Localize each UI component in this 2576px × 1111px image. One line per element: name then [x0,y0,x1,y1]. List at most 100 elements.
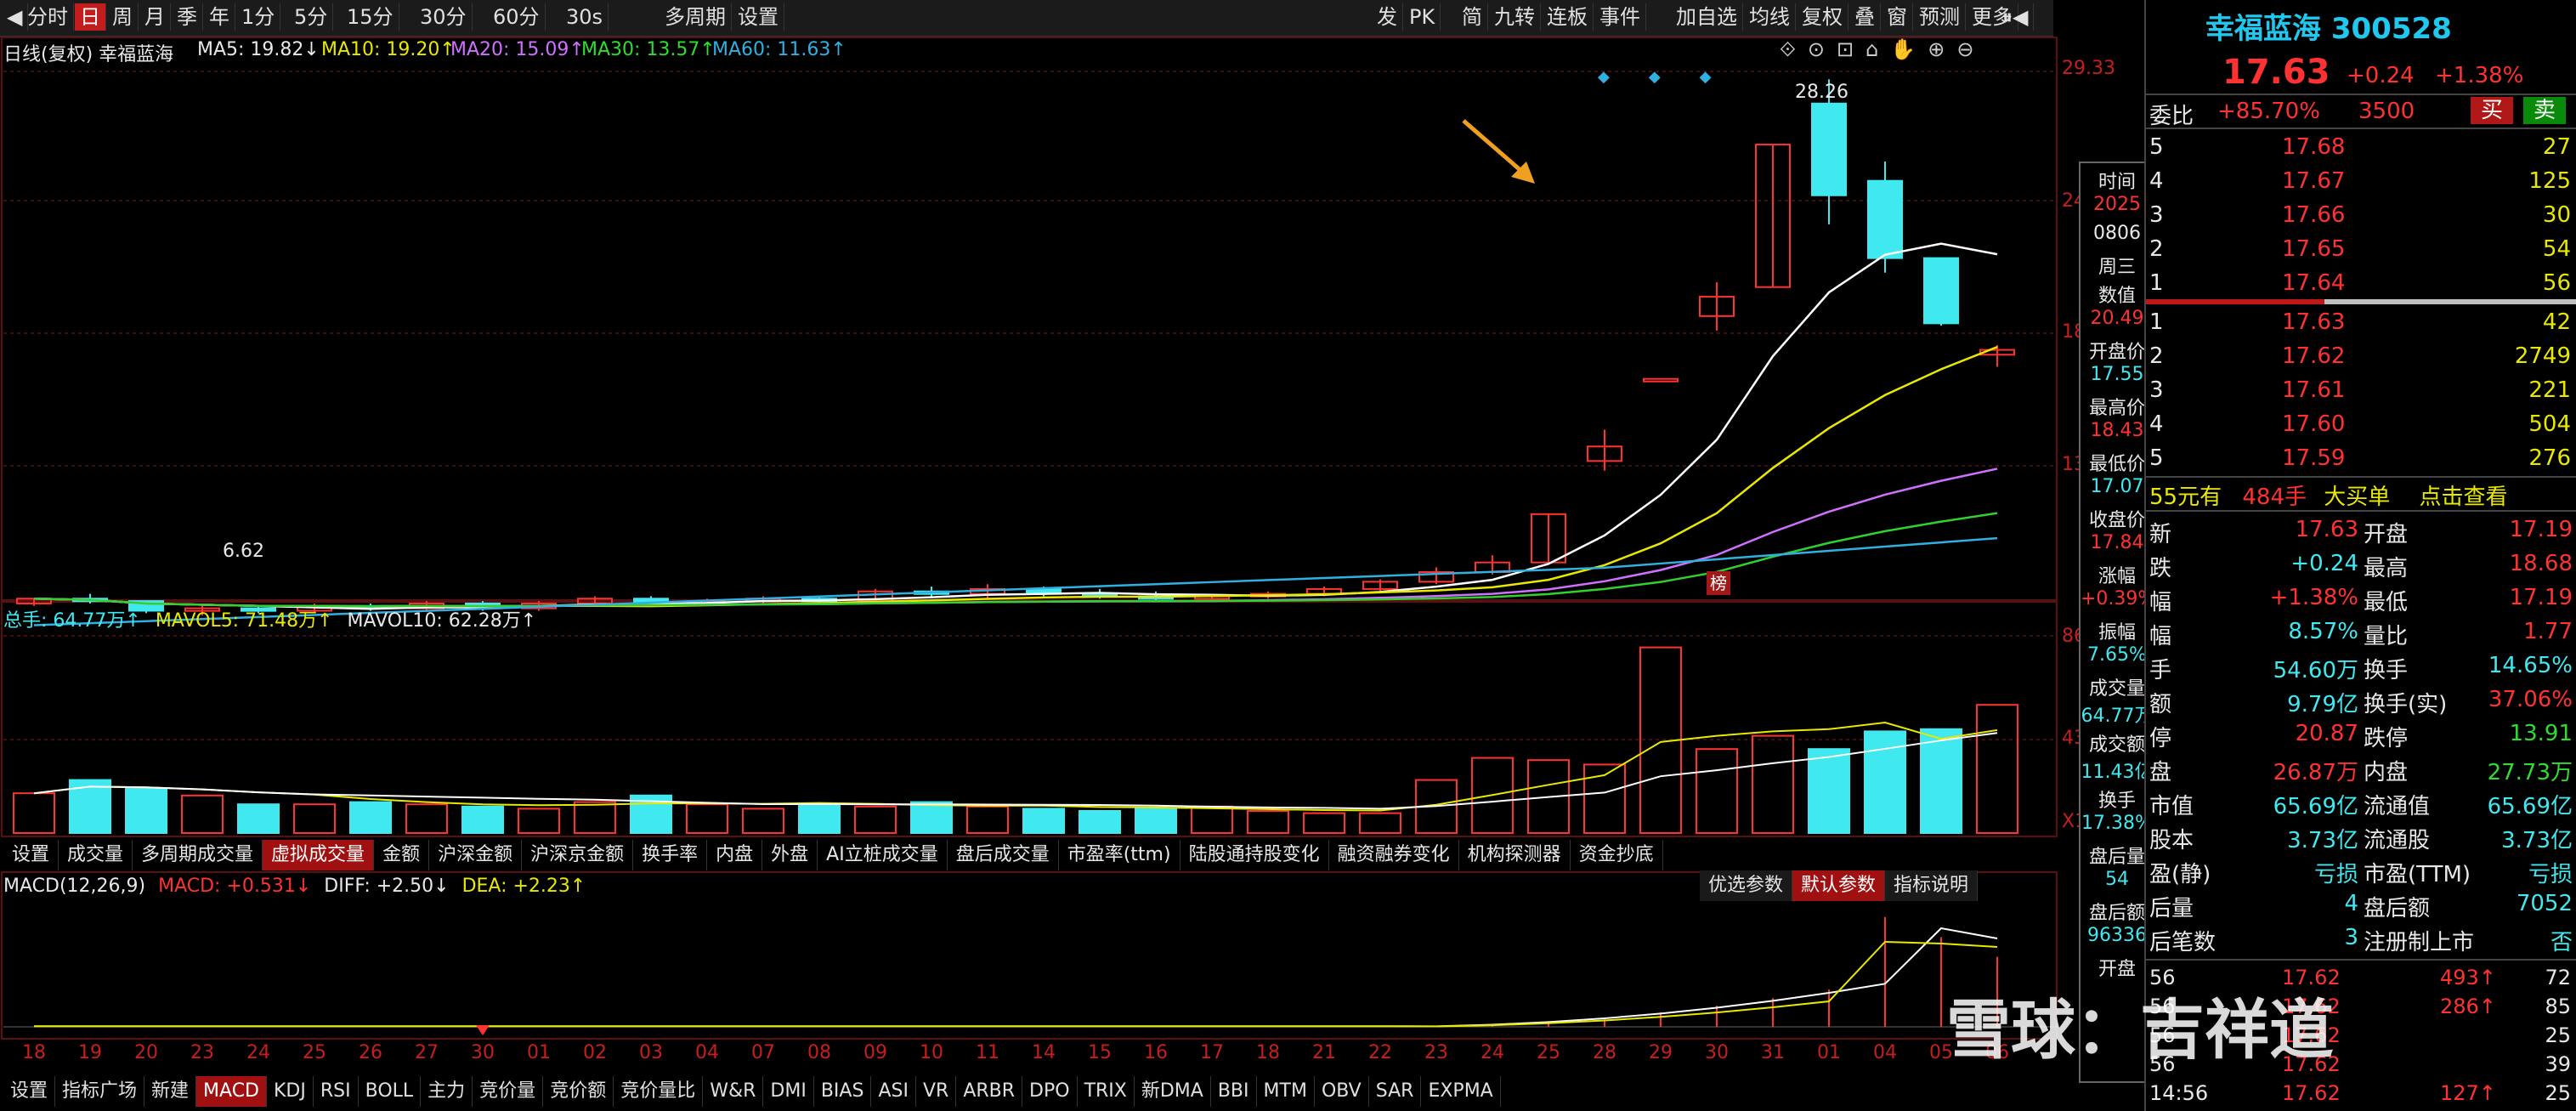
date-tick: 22 [1368,1042,1392,1063]
bottom-indicator-tab[interactable]: MTM [1257,1076,1315,1107]
indicator-tab[interactable]: 成交量 [59,840,133,870]
macd-param-button[interactable]: 默认参数 [1792,870,1886,901]
bottom-indicator-tab[interactable]: 主力 [421,1076,473,1107]
quote-stock-code: 300528 [2330,12,2452,46]
ranking-badge[interactable]: 榜 [1707,571,1730,595]
asks-row[interactable]: 1 17.64 56 [2146,267,2576,301]
bottom-indicator-tab[interactable]: RSI [314,1076,359,1107]
indicator-tab[interactable]: 多周期成交量 [133,840,263,870]
bids-row[interactable]: 3 17.61 221 [2146,374,2576,408]
stat-key: 内盘 [2364,760,2409,785]
asks-row[interactable]: 3 17.66 30 [2146,199,2576,233]
bottom-indicator-tab[interactable]: 设置 [3,1076,56,1107]
bottom-indicator-tab[interactable]: KDJ [267,1076,314,1107]
bids-volume: 504 [2528,411,2571,437]
event-markers[interactable]: ◆◆◆ [1598,68,1751,86]
bottom-indicator-tab[interactable]: DMI [763,1076,814,1107]
date-tick: 04 [695,1042,719,1063]
bottom-indicator-tab[interactable]: BIAS [814,1076,872,1107]
bottom-indicator-tab[interactable]: 指标广场 [55,1076,145,1107]
indicator-tab[interactable]: 陆股通持股变化 [1180,840,1329,870]
stat-key: 后量 [2149,896,2194,921]
volume-bar [686,803,728,835]
asks-row[interactable]: 4 17.67 125 [2146,165,2576,199]
price-panel-border [1,37,2058,601]
asks-row[interactable]: 2 17.65 54 [2146,233,2576,267]
indicator-tab[interactable]: 机构探测器 [1459,840,1571,870]
stat-value: 7052 [2516,891,2573,916]
macd-param-buttons[interactable]: 优选参数 默认参数 指标说明 [1700,870,1979,901]
crosshair-value: 7.65% [2087,644,2147,666]
stat-key: 换手(实) [2364,692,2448,717]
volume-bar [349,801,392,834]
indicator-tab[interactable]: 虚拟成交量 [263,840,375,870]
bottom-indicator-tab[interactable]: EXPMA [1421,1076,1501,1107]
weibi-label: 委比 [2149,104,2194,129]
indicator-tabs[interactable]: 设置 成交量 多周期成交量 虚拟成交量 金额 沪深金额 沪深京金额 换手率 内盘 外盘 AI立桩成交… [3,840,1663,870]
indicator-tab[interactable]: 市盈率(ttm) [1059,840,1180,870]
bids-volume: 42 [2542,309,2571,335]
indicator-tab[interactable]: 设置 [3,840,59,870]
bottom-indicator-tab[interactable]: W&R [703,1076,764,1107]
bigorder-link[interactable]: 点击查看 [2420,485,2508,510]
mavol10-label: MAVOL10: 62.28万↑ [347,610,537,632]
bids-row[interactable]: 5 17.59 276 [2146,442,2576,476]
indicator-tab[interactable]: 沪深金额 [429,840,523,870]
crosshair-label: 盘后量 [2088,847,2145,868]
sell-button[interactable]: 卖 [2523,97,2566,124]
bottom-indicator-tab[interactable]: VR [916,1076,957,1107]
divider [2146,476,2576,478]
bids-row[interactable]: 1 17.63 42 [2146,306,2576,340]
stat-value: 54.60万 [2273,658,2358,683]
crosshair-value: 2025 [2093,194,2141,215]
bottom-indicator-tab[interactable]: DPO [1022,1076,1078,1107]
bottom-indicator-tab[interactable]: ARBR [956,1076,1023,1107]
indicator-tab[interactable]: AI立桩成交量 [818,840,948,870]
bids-row[interactable]: 2 17.62 2749 [2146,340,2576,374]
dea-value-label: DEA: +2.23↑ [461,876,586,897]
bottom-indicator-tab[interactable]: MACD [196,1076,267,1107]
bottom-indicator-tab[interactable]: OBV [1315,1076,1369,1107]
volume-bar [13,792,55,835]
indicator-tab[interactable]: 外盘 [762,840,818,870]
date-tick: 31 [1761,1042,1785,1063]
bottom-indicator-tab[interactable]: 新建 [144,1076,197,1107]
bottom-indicator-tab[interactable]: BBI [1211,1076,1257,1107]
indicator-tab[interactable]: 资金抄底 [1571,840,1663,870]
buy-button[interactable]: 买 [2471,97,2513,124]
bottom-indicator-tab[interactable]: BOLL [359,1076,422,1107]
indicator-tab[interactable]: 金额 [374,840,430,870]
indicator-tab[interactable]: 沪深京金额 [522,840,634,870]
indicator-tab[interactable]: 融资融券变化 [1329,840,1459,870]
volume-bar [910,801,953,834]
macd-param-button[interactable]: 指标说明 [1885,870,1979,901]
asks-level: 2 [2149,236,2164,262]
price-axis-top: 29.33 [2062,58,2115,79]
indicator-tab[interactable]: 盘后成交量 [948,840,1059,870]
macd-param-button[interactable]: 优选参数 [1700,870,1793,901]
indicator-bottom-tabs[interactable]: 设置 指标广场 新建 MACD KDJ RSI BOLL 主力 竞价量 竞价额 竞价量比 W&R DMI… [3,1076,1501,1107]
ma5-line [33,242,1998,610]
bottom-indicator-tab[interactable]: SAR [1369,1076,1422,1107]
bottom-indicator-tab[interactable]: 新DMA [1135,1076,1211,1107]
asks-volume: 30 [2542,202,2571,228]
bottom-indicator-tab[interactable]: TRIX [1078,1076,1135,1107]
bottom-indicator-tab[interactable]: 竞价额 [543,1076,614,1107]
volume-bar [518,808,560,835]
bottom-indicator-tab[interactable]: 竞价量比 [614,1076,704,1107]
stat-key: 新 [2149,522,2172,547]
date-tick: 17 [1200,1042,1224,1063]
stat-key: 跌 [2149,556,2172,581]
asks-row[interactable]: 5 17.68 27 [2146,131,2576,165]
bids-row[interactable]: 4 17.60 504 [2146,408,2576,442]
date-tick: 03 [639,1042,663,1063]
kline-chart[interactable] [0,0,2074,1111]
bottom-indicator-tab[interactable]: ASI [871,1076,916,1107]
indicator-tab[interactable]: 内盘 [707,840,763,870]
volume-bar [1920,728,1962,834]
indicator-tab[interactable]: 换手率 [633,840,708,870]
volume-bar [181,794,224,834]
stat-key: 市盈(TTM) [2364,862,2471,887]
bottom-indicator-tab[interactable]: 竞价量 [473,1076,544,1107]
bigorder-row[interactable]: 55元有 484手 大买单 点击查看 [2149,479,2508,511]
